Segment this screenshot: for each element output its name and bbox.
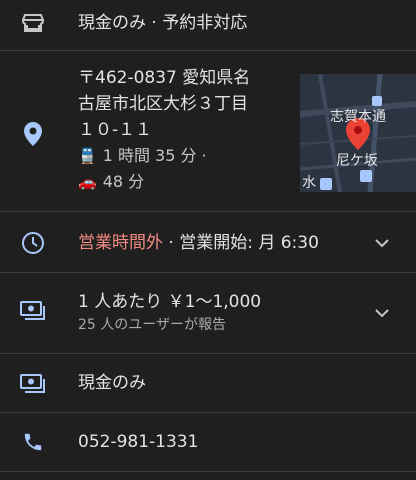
chevron-down-icon[interactable] <box>372 303 392 323</box>
address-text: 〒462-0837 愛知県名 古屋市北区大杉３丁目 １０-１１ 🚆 1 時間 3… <box>78 65 250 195</box>
drive-info: 🚗 48 分 <box>78 169 250 195</box>
hours-detail: · 営業開始: 月 6:30 <box>163 233 319 253</box>
clock-icon <box>20 230 46 256</box>
divider <box>0 471 416 472</box>
map-label-left: 水 <box>302 175 316 191</box>
payment-policy-row: 現金のみ · 予約非対応 <box>0 0 416 50</box>
payment-policy-text: 現金のみ · 予約非対応 <box>78 13 248 33</box>
hours-text: 営業時間外 · 営業開始: 月 6:30 <box>78 230 319 256</box>
phone-number: 052-981-1331 <box>78 432 199 452</box>
address-line-3: １０-１１ <box>78 120 153 140</box>
money-icon <box>20 370 46 396</box>
hours-status: 営業時間外 <box>78 233 163 253</box>
phone-icon <box>20 429 46 455</box>
money-icon <box>20 297 46 323</box>
hours-row[interactable]: 営業時間外 · 営業開始: 月 6:30 <box>0 212 416 272</box>
payment-text: 現金のみ <box>78 373 146 393</box>
transit-time: 1 時間 35 分 · <box>102 146 207 165</box>
price-row[interactable]: 1 人あたり ￥1〜1,000 25 人のユーザーが報告 <box>0 273 416 353</box>
map-thumbnail[interactable]: 志賀本通 尼ケ坂 水 <box>300 74 416 192</box>
address-line-2: 古屋市北区大杉３丁目 <box>78 94 248 114</box>
location-pin-icon <box>20 121 46 147</box>
drive-time: 48 分 <box>102 172 145 191</box>
price-text: 1 人あたり ￥1〜1,000 25 人のユーザーが報告 <box>78 289 261 335</box>
payment-row: 現金のみ <box>0 354 416 412</box>
storefront-icon <box>20 10 46 36</box>
transit-info: 🚆 1 時間 35 分 · <box>78 143 250 169</box>
price-reported: 25 人のユーザーが報告 <box>78 317 226 333</box>
chevron-down-icon[interactable] <box>372 233 392 253</box>
train-icon: 🚆 <box>78 147 97 165</box>
phone-row[interactable]: 052-981-1331 <box>0 413 416 471</box>
car-icon: 🚗 <box>78 173 97 191</box>
address-line-1: 〒462-0837 愛知県名 <box>78 68 251 88</box>
map-label-top: 志賀本通 <box>330 109 386 125</box>
map-label-mid: 尼ケ坂 <box>336 153 378 169</box>
price-range: 1 人あたり ￥1〜1,000 <box>78 292 262 312</box>
